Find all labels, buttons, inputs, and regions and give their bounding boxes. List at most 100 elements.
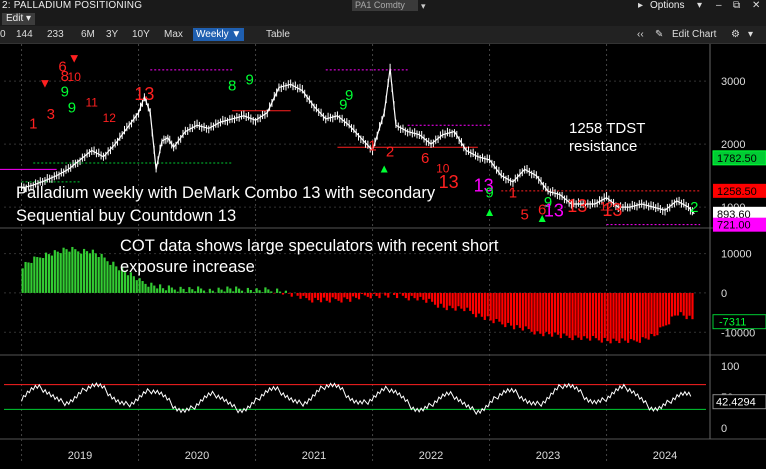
cot-bar [674,293,676,316]
cot-bar [136,280,138,293]
demark-count-marker: 5 [520,207,528,224]
cot-bar [443,293,445,308]
edit-chart-pencil-icon[interactable]: ✎ [655,28,663,41]
cot-bar [457,293,459,306]
cot-bar [405,293,407,298]
options-dropdown-icon[interactable]: ▾ [697,0,702,12]
period-max-button[interactable]: Max [164,28,183,41]
collapse-icon[interactable]: ‹‹ [637,28,644,41]
cot-bar [574,293,576,336]
cot-bar [551,293,553,337]
cot-bar [141,281,143,293]
cot-bar [65,249,67,293]
cot-bar [428,293,430,299]
cot-bar [250,290,252,293]
cot-bar [639,293,641,343]
cot-bar [320,293,322,302]
cot-bar [378,293,380,298]
demark-count-marker: 13 [567,196,587,216]
cot-bar [425,293,427,303]
cot-bar [302,293,304,296]
price-y-tick-label: 2000 [721,139,745,151]
cot-bar [688,293,690,316]
cot-bar [180,287,182,293]
ticker-input[interactable]: PA1 Comdty [352,0,418,11]
cot-bar [197,286,199,292]
cot-bar [519,293,521,328]
demark-count-marker: 8 [228,78,236,95]
cot-bar [571,293,573,340]
demark-count-marker: 2 [386,144,394,161]
cot-bar [437,293,439,308]
cot-bar [232,291,234,293]
cot-bar [346,293,348,299]
cot-bar [253,292,255,293]
cot-bar [80,254,82,293]
cot-note-line-1: COT data shows large speculators with re… [120,237,499,255]
ticker-dropdown-icon[interactable]: ▾ [421,0,426,12]
edit-menu-button[interactable]: Edit ▾ [2,13,35,25]
options-arrow-icon[interactable]: ▸ [638,0,643,12]
demark-count-marker: 12 [103,111,117,125]
period-233-button[interactable]: 233 [47,28,64,41]
demark-count-marker: 9 [61,83,69,100]
cot-bar [188,287,190,293]
cot-bar [71,247,73,293]
period-144-button[interactable]: 144 [16,28,33,41]
period-3y-button[interactable]: 3Y [106,28,118,41]
cot-bar [563,293,565,334]
cot-bar [601,293,603,343]
cot-bar [387,293,389,298]
cot-bar [375,293,377,296]
cot-bar [604,293,606,338]
demark-count-marker: 9 [68,100,76,117]
cot-bar [656,293,658,335]
cot-bar [367,293,369,297]
cot-last-value-label: -7311 [719,317,746,329]
chart-svg[interactable]: 6899131011121389991261013139156913131213… [0,44,766,464]
cot-bar [247,288,249,293]
period-6m-button[interactable]: 6M [81,28,95,41]
cot-bar [220,290,222,293]
cot-bar [349,293,351,302]
table-button[interactable]: Table [266,28,290,41]
close-icon[interactable]: ✕ [752,0,760,12]
cot-bar [256,288,258,293]
cot-bar [533,293,535,335]
oscillator-y-tick-label: 0 [721,423,727,435]
options-menu[interactable]: Options [650,0,684,12]
cot-bar [504,293,506,327]
settings-gear-icon[interactable]: ⚙ [731,28,740,41]
x-axis-tick-label: 2024 [653,450,677,462]
cot-bar [463,293,465,311]
cot-bar [683,293,685,316]
cot-bar [22,268,24,293]
demark-count-marker: 9 [246,71,254,88]
restore-icon[interactable]: ⧉ [733,0,740,12]
minimize-icon[interactable]: – [716,0,722,12]
demark-count-marker: 1 [509,185,517,202]
cot-bar [165,290,167,293]
cot-bar [586,293,588,338]
cot-bar [416,293,418,301]
cot-bar [159,284,161,293]
cot-bar [203,291,205,293]
sell-arrow-icon: ▼ [68,50,81,65]
cot-bar [545,293,547,332]
cot-bar [326,293,328,301]
cot-bar [531,293,533,332]
cot-bar [522,293,524,331]
cot-bar [168,285,170,292]
frequency-select[interactable]: Weekly ▼ [193,28,244,41]
cot-bar [507,293,509,323]
cot-bar [115,266,117,293]
cot-bar [492,293,494,323]
cot-bar [177,292,179,293]
cot-bar [677,293,679,316]
edit-chart-button[interactable]: Edit Chart [672,28,716,41]
period-10y-button[interactable]: 10Y [132,28,150,41]
more-icon[interactable]: ▾ [748,28,753,41]
cot-bar [411,293,413,296]
cot-note-line-2: exposure increase [120,258,255,276]
chart-area[interactable]: 6899131011121389991261013139156913131213… [0,44,766,464]
